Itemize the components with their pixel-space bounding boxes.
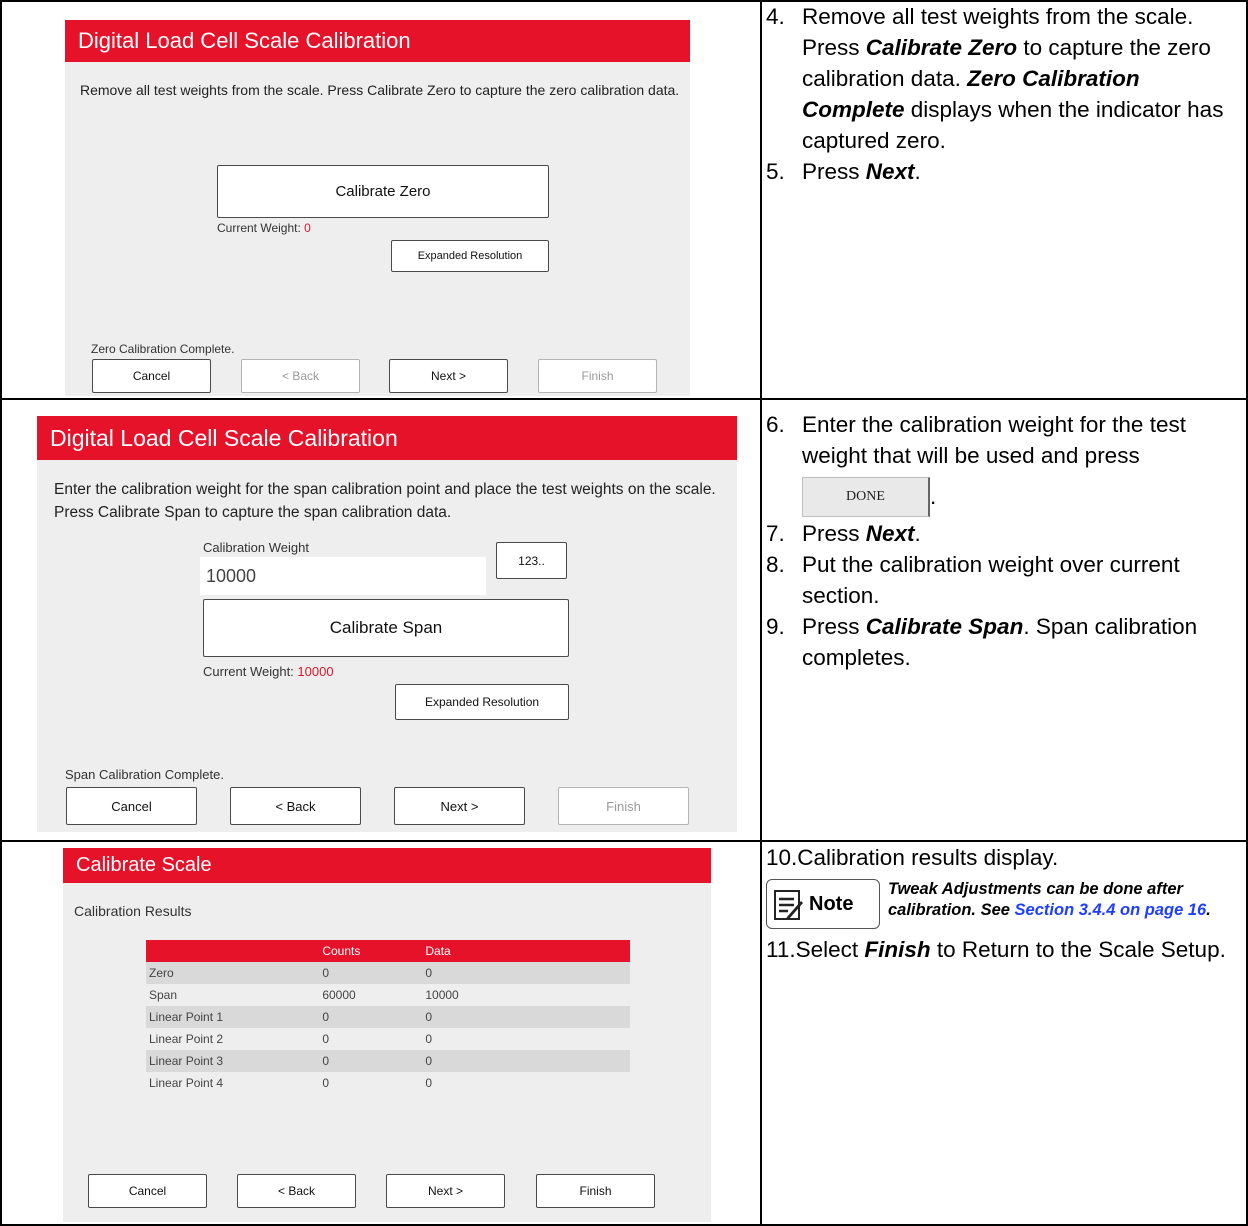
next-button[interactable]: Next > — [386, 1174, 505, 1208]
next-button[interactable]: Next > — [389, 359, 508, 393]
table-cell: Linear Point 1 — [146, 1006, 320, 1028]
note-callout: Note — [766, 879, 880, 929]
section-link[interactable]: Section 3.4.4 on page 16 — [1015, 901, 1207, 919]
note-label: Note — [809, 892, 854, 915]
step-10: 10.Calibration results display. — [766, 845, 1059, 870]
done-row: DONE. — [802, 475, 1244, 518]
done-button: DONE — [802, 476, 930, 517]
table-cell: Linear Point 3 — [146, 1050, 320, 1072]
next-button[interactable]: Next > — [394, 787, 525, 825]
table-cell: 0 — [319, 1050, 423, 1072]
span-calibration-screen: Digital Load Cell Scale Calibration Ente… — [37, 416, 737, 832]
step-5: 5. Press Next. — [766, 159, 921, 184]
instruction-text: Remove all test weights from the scale. … — [80, 82, 680, 98]
steps-row2: 6. Enter the calibration weight for the … — [766, 409, 1244, 673]
screen-title: Calibrate Scale — [63, 848, 711, 883]
screen-title: Digital Load Cell Scale Calibration — [37, 416, 737, 460]
current-weight-value: 10000 — [297, 664, 334, 679]
table-border-middle — [760, 0, 762, 1226]
keypad-button[interactable]: 123.. — [496, 542, 567, 579]
steps-row1: 4. Remove all test weights from the scal… — [766, 1, 1244, 187]
results-table: Counts Data Zero 0 0 Span 60000 10000 Linear Poi… — [146, 940, 630, 1094]
calibration-results-screen: Calibrate Scale Calibration Results Coun… — [63, 848, 711, 1222]
finish-button[interactable]: Finish — [558, 787, 689, 825]
step-11: 11.Select Finish to Return to the Scale … — [766, 937, 1226, 962]
table-cell: 0 — [422, 1006, 630, 1028]
calibrate-zero-button[interactable]: Calibrate Zero — [217, 165, 549, 218]
table-cell: Zero — [146, 962, 320, 984]
table-row: Linear Point 4 0 0 — [146, 1072, 630, 1094]
note-box: Note Tweak Adjustments can be done after… — [766, 879, 1244, 929]
table-cell: 10000 — [425, 988, 459, 1002]
column-header: Counts — [319, 940, 423, 962]
table-cell: 0 — [319, 962, 423, 984]
table-border-row1 — [0, 398, 1248, 400]
current-weight-label: Current Weight: — [203, 664, 294, 679]
zero-calibration-screen: Digital Load Cell Scale Calibration Remo… — [65, 20, 690, 396]
cancel-button[interactable]: Cancel — [92, 359, 211, 393]
cancel-button[interactable]: Cancel — [88, 1174, 207, 1208]
table-cell: 0 — [319, 1006, 423, 1028]
table-row: Linear Point 300 — [146, 1050, 630, 1072]
current-weight-label: Current Weight: — [217, 221, 301, 235]
expanded-resolution-button[interactable]: Expanded Resolution — [395, 684, 569, 720]
table-cell: 60000 — [322, 988, 356, 1002]
step-9: 9. Press Calibrate Span. Span calibratio… — [766, 614, 1198, 670]
table-cell: 0 — [425, 1032, 433, 1046]
back-button[interactable]: < Back — [230, 787, 361, 825]
table-cell: 0 — [322, 1076, 329, 1090]
table-cell: 0 — [422, 962, 630, 984]
finish-button[interactable]: Finish — [538, 359, 657, 393]
table-border-left — [0, 0, 2, 1226]
notepad-icon — [774, 890, 803, 920]
instruction-text: Enter the calibration weight for the spa… — [54, 481, 716, 521]
current-weight: Current Weight: 10000 — [203, 664, 334, 679]
step-7: 7. Press Next. — [766, 521, 921, 546]
table-cell: Span — [149, 988, 178, 1002]
table-row: Linear Point 2 0 0 — [146, 1028, 630, 1050]
table-cell: 0 — [422, 1050, 630, 1072]
calibration-weight-label: Calibration Weight — [203, 540, 309, 555]
note-text: Tweak Adjustments can be done after cali… — [888, 880, 1211, 919]
table-cell: 0 — [322, 1032, 329, 1046]
table-cell: 0 — [425, 1076, 433, 1090]
back-button[interactable]: < Back — [237, 1174, 356, 1208]
manual-page: Digital Load Cell Scale Calibration Remo… — [0, 0, 1248, 1226]
status-text: Span Calibration Complete. — [65, 767, 224, 782]
cancel-button[interactable]: Cancel — [66, 787, 197, 825]
step-8: 8. Put the calibration weight over curre… — [766, 552, 1180, 608]
expanded-resolution-button[interactable]: Expanded Resolution — [391, 240, 549, 272]
table-cell: Linear Point 4 — [149, 1076, 224, 1090]
table-row: Zero 0 0 — [146, 962, 630, 984]
calibrate-span-button[interactable]: Calibrate Span — [203, 599, 569, 657]
back-button[interactable]: < Back — [241, 359, 360, 393]
calibration-weight-input[interactable]: 10000 — [200, 557, 486, 595]
step-6: 6. Enter the calibration weight for the … — [766, 409, 1244, 518]
current-weight-value: 0 — [304, 221, 311, 235]
screen-title: Digital Load Cell Scale Calibration — [65, 20, 690, 62]
steps-row3: 10.Calibration results display. Note Twe… — [766, 842, 1244, 965]
results-table-header: Counts Data — [146, 940, 630, 962]
table-row: Span 60000 10000 — [146, 984, 630, 1006]
current-weight: Current Weight: 0 — [217, 221, 311, 235]
results-subtitle: Calibration Results — [74, 903, 192, 919]
status-text: Zero Calibration Complete. — [91, 342, 235, 356]
table-cell: Linear Point 2 — [149, 1032, 224, 1046]
finish-button[interactable]: Finish — [536, 1174, 655, 1208]
step-4: 4. Remove all test weights from the scal… — [766, 4, 1224, 153]
table-row: Linear Point 100 — [146, 1006, 630, 1028]
column-header — [146, 940, 320, 962]
column-header: Data — [422, 940, 630, 962]
